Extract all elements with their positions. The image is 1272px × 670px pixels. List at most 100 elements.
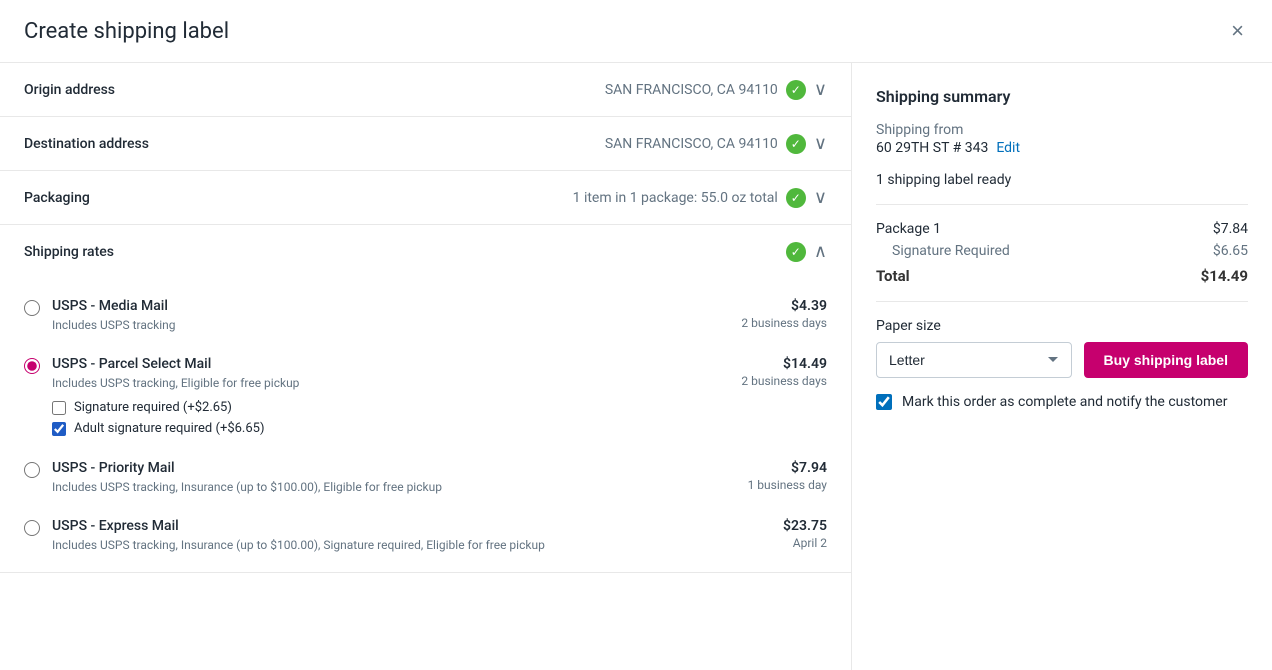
signature-price: $6.65 <box>1213 243 1248 259</box>
signature-line: Signature Required $6.65 <box>876 243 1248 259</box>
from-address-text: 60 29TH ST # 343 <box>876 140 988 156</box>
summary-divider-top <box>876 204 1248 205</box>
rate-express-mail-name: USPS - Express Mail <box>52 518 545 534</box>
notify-customer-checkbox[interactable] <box>876 394 892 410</box>
origin-address-meta: SAN FRANCISCO, CA 94110 <box>605 79 827 100</box>
summary-title: Shipping summary <box>876 87 1248 106</box>
modal-body: Origin address SAN FRANCISCO, CA 94110 D… <box>0 63 1272 670</box>
addon-adult-signature-required[interactable]: Adult signature required (+$6.65) <box>52 421 299 436</box>
rate-priority-mail-delivery: 1 business day <box>748 478 827 492</box>
rate-media-mail-radio[interactable] <box>24 300 40 316</box>
rate-express-mail-info: USPS - Express Mail Includes USPS tracki… <box>52 518 545 552</box>
signature-label: Signature Required <box>892 243 1010 259</box>
package-price: $7.84 <box>1213 221 1248 237</box>
rate-priority-mail-right: $7.94 1 business day <box>748 460 827 492</box>
rate-parcel-select-name: USPS - Parcel Select Mail <box>52 356 299 372</box>
rate-parcel-select: USPS - Parcel Select Mail Includes USPS … <box>0 344 851 448</box>
destination-address-label: Destination address <box>24 136 184 152</box>
rate-priority-mail-left: USPS - Priority Mail Includes USPS track… <box>24 460 442 494</box>
destination-address-value: SAN FRANCISCO, CA 94110 <box>605 136 778 152</box>
origin-chevron-icon <box>814 79 827 100</box>
addon-adult-signature-required-checkbox[interactable] <box>52 422 66 436</box>
rate-express-mail-details: Includes USPS tracking, Insurance (up to… <box>52 538 545 552</box>
rate-media-mail-name: USPS - Media Mail <box>52 298 176 314</box>
rate-parcel-select-delivery: 2 business days <box>741 374 827 388</box>
rate-parcel-select-right: $14.49 2 business days <box>741 356 827 388</box>
rate-media-mail: USPS - Media Mail Includes USPS tracking… <box>0 286 851 344</box>
package-label: Package 1 <box>876 221 941 237</box>
modal-header: Create shipping label × <box>0 0 1272 63</box>
total-label: Total <box>876 267 910 285</box>
rate-parcel-select-radio[interactable] <box>24 358 40 374</box>
rate-parcel-select-price: $14.49 <box>741 356 827 372</box>
rate-express-mail-left: USPS - Express Mail Includes USPS tracki… <box>24 518 545 552</box>
shipping-rates-header-right <box>786 241 827 262</box>
rate-parcel-select-info: USPS - Parcel Select Mail Includes USPS … <box>52 356 299 436</box>
edit-address-link[interactable]: Edit <box>996 140 1020 156</box>
paper-size-select[interactable]: Letter 4" x 6" <box>876 342 1072 378</box>
shipping-rates-check-icon <box>786 242 806 262</box>
rate-parcel-select-addons: Signature required (+$2.65) Adult signat… <box>52 400 299 436</box>
destination-address-meta: SAN FRANCISCO, CA 94110 <box>605 133 827 154</box>
rate-media-mail-price: $4.39 <box>741 298 827 314</box>
packaging-check-icon <box>786 188 806 208</box>
rate-express-mail: USPS - Express Mail Includes USPS tracki… <box>0 506 851 564</box>
packaging-value: 1 item in 1 package: 55.0 oz total <box>573 190 778 206</box>
origin-address-value: SAN FRANCISCO, CA 94110 <box>605 82 778 98</box>
addon-signature-required-checkbox[interactable] <box>52 401 66 415</box>
rate-priority-mail-name: USPS - Priority Mail <box>52 460 442 476</box>
shipping-from-label: Shipping from <box>876 122 1248 138</box>
total-line: Total $14.49 <box>876 267 1248 285</box>
total-price: $14.49 <box>1201 267 1248 285</box>
rate-express-mail-right: $23.75 April 2 <box>783 518 827 550</box>
packaging-label: Packaging <box>24 190 184 206</box>
destination-address-section: Destination address SAN FRANCISCO, CA 94… <box>0 117 851 171</box>
package-line: Package 1 $7.84 <box>876 221 1248 237</box>
summary-from: Shipping from 60 29TH ST # 343 Edit <box>876 122 1248 156</box>
addon-signature-required-label: Signature required (+$2.65) <box>74 400 232 415</box>
modal-title: Create shipping label <box>24 19 229 44</box>
rate-priority-mail-radio[interactable] <box>24 462 40 478</box>
rate-media-mail-right: $4.39 2 business days <box>741 298 827 330</box>
summary-divider-bottom <box>876 301 1248 302</box>
destination-chevron-icon <box>814 133 827 154</box>
paper-size-label: Paper size <box>876 318 1248 334</box>
notify-row: Mark this order as complete and notify t… <box>876 394 1248 410</box>
rates-content: USPS - Media Mail Includes USPS tracking… <box>0 278 851 572</box>
rate-express-mail-delivery: April 2 <box>783 536 827 550</box>
rate-priority-mail: USPS - Priority Mail Includes USPS track… <box>0 448 851 506</box>
notify-customer-label: Mark this order as complete and notify t… <box>902 394 1227 410</box>
packaging-chevron-icon <box>814 187 827 208</box>
paper-size-row: Letter 4" x 6" Buy shipping label <box>876 342 1248 378</box>
origin-address-label: Origin address <box>24 82 184 98</box>
buy-shipping-label-button[interactable]: Buy shipping label <box>1084 342 1248 378</box>
rate-parcel-select-left: USPS - Parcel Select Mail Includes USPS … <box>24 356 299 436</box>
rate-media-mail-delivery: 2 business days <box>741 316 827 330</box>
shipping-rates-label: Shipping rates <box>24 244 184 260</box>
shipping-rates-header[interactable]: Shipping rates <box>0 225 851 278</box>
right-panel: Shipping summary Shipping from 60 29TH S… <box>852 63 1272 670</box>
rate-media-mail-info: USPS - Media Mail Includes USPS tracking <box>52 298 176 332</box>
shipping-rates-section: Shipping rates USPS - Media Mail Include… <box>0 225 851 573</box>
packaging-header[interactable]: Packaging 1 item in 1 package: 55.0 oz t… <box>0 171 851 224</box>
origin-check-icon <box>786 80 806 100</box>
shipping-from-address: 60 29TH ST # 343 Edit <box>876 140 1248 156</box>
close-button[interactable]: × <box>1227 16 1248 46</box>
origin-address-header[interactable]: Origin address SAN FRANCISCO, CA 94110 <box>0 63 851 116</box>
labels-ready: 1 shipping label ready <box>876 172 1248 188</box>
rate-express-mail-radio[interactable] <box>24 520 40 536</box>
addon-signature-required[interactable]: Signature required (+$2.65) <box>52 400 299 415</box>
origin-address-section: Origin address SAN FRANCISCO, CA 94110 <box>0 63 851 117</box>
destination-check-icon <box>786 134 806 154</box>
shipping-rates-chevron-icon <box>814 241 827 262</box>
addon-adult-signature-required-label: Adult signature required (+$6.65) <box>74 421 265 436</box>
rate-media-mail-left: USPS - Media Mail Includes USPS tracking <box>24 298 176 332</box>
rate-parcel-select-details: Includes USPS tracking, Eligible for fre… <box>52 376 299 390</box>
rate-priority-mail-price: $7.94 <box>748 460 827 476</box>
packaging-section: Packaging 1 item in 1 package: 55.0 oz t… <box>0 171 851 225</box>
rate-priority-mail-details: Includes USPS tracking, Insurance (up to… <box>52 480 442 494</box>
rate-media-mail-details: Includes USPS tracking <box>52 318 176 332</box>
left-panel: Origin address SAN FRANCISCO, CA 94110 D… <box>0 63 852 670</box>
rate-express-mail-price: $23.75 <box>783 518 827 534</box>
destination-address-header[interactable]: Destination address SAN FRANCISCO, CA 94… <box>0 117 851 170</box>
